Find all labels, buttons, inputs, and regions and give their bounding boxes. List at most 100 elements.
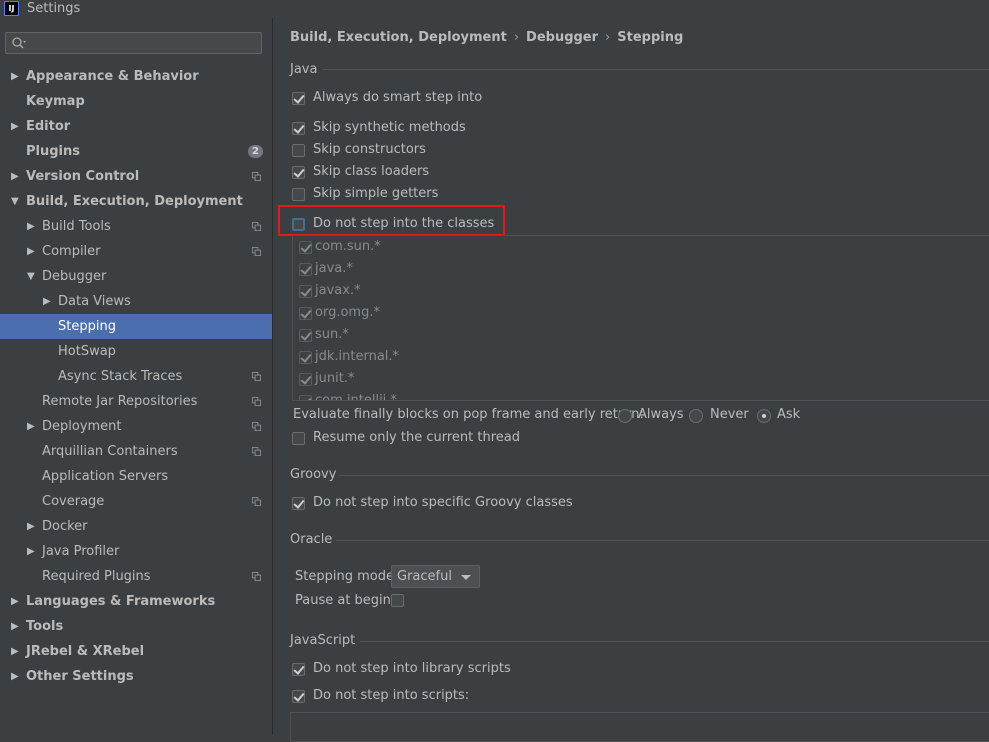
radio-never[interactable]	[689, 409, 703, 423]
sidebar-item-label: Tools	[26, 619, 64, 634]
sidebar-item-debugger[interactable]: ▼ Debugger	[0, 264, 272, 289]
sidebar-item-keymap[interactable]: Keymap	[0, 89, 272, 114]
sidebar-item-label: Docker	[42, 519, 88, 534]
class-item-checkbox[interactable]	[299, 285, 312, 298]
sidebar-item-other-settings[interactable]: ▶ Other Settings	[0, 664, 272, 689]
sidebar-item-label: Async Stack Traces	[58, 369, 183, 384]
stepping-mode-label: Stepping mode:	[295, 569, 399, 584]
checkbox-box[interactable]	[292, 432, 305, 445]
sidebar-item-label: Languages & Frameworks	[26, 594, 216, 609]
sidebar-item-appearance-behavior[interactable]: ▶ Appearance & Behavior	[0, 64, 272, 89]
expand-arrow-right-icon[interactable]: ▶	[11, 614, 19, 639]
expand-arrow-right-icon[interactable]: ▶	[11, 664, 19, 689]
checkbox-box[interactable]	[292, 166, 305, 179]
class-item-checkbox[interactable]	[299, 241, 312, 254]
breadcrumb-item-debugger: Debugger	[526, 30, 599, 45]
class-item-label: javax.*	[315, 283, 361, 298]
sidebar-item-plugins[interactable]: Plugins 2	[0, 139, 272, 164]
sidebar-item-label: Debugger	[42, 269, 107, 284]
stepping-settings-panel: Build, Execution, Deployment › Debugger › St…	[272, 18, 989, 742]
sidebar-item-application-servers[interactable]: Application Servers	[0, 464, 272, 489]
radio-ask-label[interactable]: Ask	[777, 407, 800, 422]
checkbox-label: Do not step into scripts:	[313, 688, 470, 703]
sidebar-item-java-profiler[interactable]: ▶ Java Profiler	[0, 539, 272, 564]
sidebar-item-version-control[interactable]: ▶ Version Control	[0, 164, 272, 189]
radio-ask[interactable]	[757, 409, 771, 423]
expand-arrow-right-icon[interactable]: ▶	[27, 239, 35, 264]
class-item-label: com.intellij.*	[315, 393, 397, 401]
class-item-checkbox[interactable]	[299, 373, 312, 386]
scripts-list[interactable]	[290, 712, 989, 742]
checkbox-box[interactable]	[292, 497, 305, 510]
class-item-checkbox[interactable]	[299, 307, 312, 320]
sidebar-item-jrebel-xrebel[interactable]: ▶ JRebel & XRebel	[0, 639, 272, 664]
sidebar-item-label: Appearance & Behavior	[26, 69, 199, 84]
search-input[interactable]	[5, 32, 262, 54]
expand-arrow-right-icon[interactable]: ▶	[27, 414, 35, 439]
expand-arrow-right-icon[interactable]: ▶	[11, 164, 19, 189]
radio-always-label[interactable]: Always	[638, 407, 684, 422]
sidebar-item-label: Required Plugins	[42, 569, 151, 584]
checkbox-box[interactable]	[292, 122, 305, 135]
radio-always[interactable]	[618, 409, 632, 423]
expand-arrow-right-icon[interactable]: ▶	[11, 114, 19, 139]
sidebar-item-arquillian-containers[interactable]: Arquillian Containers	[0, 439, 272, 464]
class-item-checkbox[interactable]	[299, 329, 312, 342]
section-divider	[339, 475, 989, 476]
expand-arrow-right-icon[interactable]: ▶	[43, 289, 51, 314]
java-section-title: Java	[290, 62, 318, 77]
sidebar-item-label: Version Control	[26, 169, 140, 184]
sidebar-item-docker[interactable]: ▶ Docker	[0, 514, 272, 539]
class-item-checkbox[interactable]	[299, 395, 312, 400]
window-title: Settings	[27, 1, 81, 16]
sidebar-item-editor[interactable]: ▶ Editor	[0, 114, 272, 139]
sidebar-item-required-plugins[interactable]: Required Plugins	[0, 564, 272, 589]
expand-arrow-down-icon[interactable]: ▼	[11, 189, 19, 214]
sidebar-item-label: Keymap	[26, 94, 85, 109]
checkbox-label: Skip synthetic methods	[313, 120, 466, 135]
expand-arrow-right-icon[interactable]: ▶	[11, 639, 19, 664]
breadcrumb: Build, Execution, Deployment › Debugger › St…	[290, 30, 683, 45]
expand-arrow-down-icon[interactable]: ▼	[27, 264, 35, 289]
class-item-label: com.sun.*	[315, 239, 381, 254]
sidebar-item-build-tools[interactable]: ▶ Build Tools	[0, 214, 272, 239]
stepping-mode-value: Graceful	[397, 569, 452, 584]
sidebar-item-async-stack-traces[interactable]: Async Stack Traces	[0, 364, 272, 389]
checkbox-label: Skip class loaders	[313, 164, 430, 179]
expand-arrow-right-icon[interactable]: ▶	[11, 64, 19, 89]
radio-never-label[interactable]: Never	[710, 407, 749, 422]
sidebar-item-coverage[interactable]: Coverage	[0, 489, 272, 514]
checkbox-box[interactable]	[292, 690, 305, 703]
breadcrumb-item-stepping: Stepping	[617, 30, 684, 45]
sidebar-item-deployment[interactable]: ▶ Deployment	[0, 414, 272, 439]
checkbox-box[interactable]	[292, 188, 305, 201]
sidebar-item-data-views[interactable]: ▶ Data Views	[0, 289, 272, 314]
stepping-mode-dropdown[interactable]: Graceful	[391, 565, 480, 588]
checkbox-box[interactable]	[292, 92, 305, 105]
expand-arrow-right-icon[interactable]: ▶	[27, 539, 35, 564]
sidebar-item-label: Arquillian Containers	[42, 444, 178, 459]
sidebar-item-build-execution-deployment[interactable]: ▼ Build, Execution, Deployment	[0, 189, 272, 214]
sidebar-item-hotswap[interactable]: HotSwap	[0, 339, 272, 364]
checkbox-label: Do not step into specific Groovy classes	[313, 495, 573, 510]
class-item-checkbox[interactable]	[299, 351, 312, 364]
pause-at-begin-checkbox[interactable]	[391, 594, 404, 607]
checkbox-box[interactable]	[292, 663, 305, 676]
checkbox-box[interactable]	[292, 144, 305, 157]
sidebar-item-tools[interactable]: ▶ Tools	[0, 614, 272, 639]
class-item-checkbox[interactable]	[299, 263, 312, 276]
sidebar-item-stepping[interactable]: Stepping	[0, 314, 272, 339]
sidebar-item-label: Application Servers	[42, 469, 169, 484]
breadcrumb-separator: ›	[513, 30, 520, 45]
expand-arrow-right-icon[interactable]: ▶	[11, 589, 19, 614]
excluded-classes-list[interactable]: com.sun.* java.* javax.* org.omg.* sun.* jdk.…	[292, 235, 989, 401]
oracle-section-title: Oracle	[290, 532, 333, 547]
project-level-icon	[252, 247, 261, 256]
sidebar-item-label: Stepping	[58, 319, 116, 334]
expand-arrow-right-icon[interactable]: ▶	[27, 214, 35, 239]
sidebar-item-compiler[interactable]: ▶ Compiler	[0, 239, 272, 264]
expand-arrow-right-icon[interactable]: ▶	[27, 514, 35, 539]
sidebar-item-remote-jar-repositories[interactable]: Remote Jar Repositories	[0, 389, 272, 414]
breadcrumb-separator: ›	[605, 30, 611, 45]
sidebar-item-languages-frameworks[interactable]: ▶ Languages & Frameworks	[0, 589, 272, 614]
